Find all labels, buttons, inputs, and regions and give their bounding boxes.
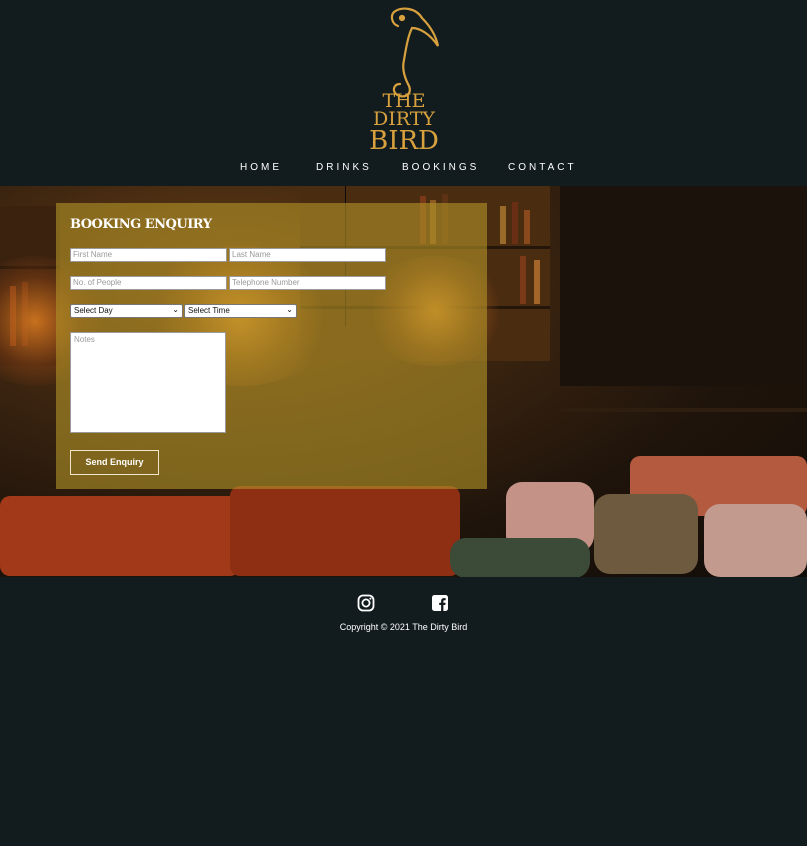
book <box>500 206 506 244</box>
social-links <box>0 594 807 614</box>
nav-drinks[interactable]: DRINKS <box>316 162 372 173</box>
send-enquiry-button[interactable]: Send Enquiry <box>70 450 159 475</box>
book <box>520 256 526 304</box>
instagram-icon[interactable] <box>357 594 375 612</box>
stool <box>450 538 590 577</box>
sofa <box>230 486 460 576</box>
site-header: THE DIRTY BIRD HOME DRINKS BOOKINGS CONT… <box>0 0 807 186</box>
booking-enquiry-form: BOOKING ENQUIRY First Name Last Name No.… <box>56 203 487 489</box>
dark-wall <box>560 186 807 386</box>
telephone-field[interactable]: Telephone Number <box>229 276 386 290</box>
facebook-icon[interactable] <box>431 594 449 612</box>
logo-wordmark[interactable]: THE DIRTY BIRD <box>364 92 444 156</box>
chevron-down-icon: ⌄ <box>172 305 179 314</box>
notes-textarea[interactable]: Notes <box>70 332 226 433</box>
logo-line-3: BIRD <box>369 126 439 156</box>
nav-home[interactable]: HOME <box>240 162 282 173</box>
select-time-value: Select Time <box>188 306 230 315</box>
select-day-dropdown[interactable]: Select Day ⌄ <box>70 304 183 318</box>
main-nav: HOME DRINKS BOOKINGS CONTACT <box>0 162 807 178</box>
book <box>534 260 540 304</box>
nav-bookings[interactable]: BOOKINGS <box>402 162 479 173</box>
form-title: BOOKING ENQUIRY <box>70 217 212 232</box>
book <box>524 210 530 244</box>
bar-counter <box>560 408 807 412</box>
first-name-field[interactable]: First Name <box>70 248 227 262</box>
select-time-dropdown[interactable]: Select Time ⌄ <box>184 304 297 318</box>
chevron-down-icon: ⌄ <box>286 305 293 314</box>
book <box>512 202 518 244</box>
nav-contact[interactable]: CONTACT <box>508 162 577 173</box>
people-count-field[interactable]: No. of People <box>70 276 227 290</box>
sofa <box>0 496 240 576</box>
stool <box>594 494 698 574</box>
last-name-field[interactable]: Last Name <box>229 248 386 262</box>
stool <box>704 504 807 577</box>
select-day-value: Select Day <box>74 306 113 315</box>
copyright-text: Copyright © 2021 The Dirty Bird <box>339 622 468 632</box>
